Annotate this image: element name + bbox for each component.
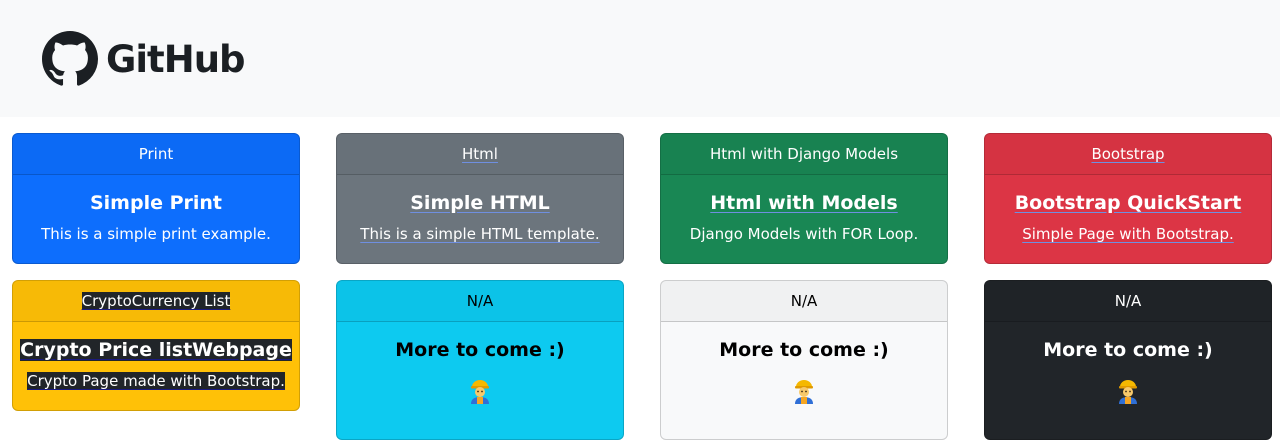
card-header: Html [337, 134, 623, 175]
card-bootstrap: Bootstrap Bootstrap QuickStart Simple Pa… [984, 133, 1272, 264]
card-title-link[interactable]: Simple HTML [410, 192, 550, 214]
card-title: Simple Print [89, 192, 223, 214]
card-text: This is a simple print example. [41, 225, 271, 243]
card-text-link[interactable]: Crypto Page made with Bootstrap. [27, 372, 285, 390]
construction-worker-icon [661, 376, 947, 410]
card-header: N/A [985, 281, 1271, 322]
card-na-dark: N/A More to come :) [984, 280, 1272, 440]
navbar: GitHub [0, 0, 1280, 117]
brand-text: GitHub [106, 37, 246, 81]
card-title-link[interactable]: Crypto Price listWebpage [20, 339, 292, 361]
card-print: Print Simple Print This is a simple prin… [12, 133, 300, 264]
card-text: Crypto Page made with Bootstrap. [13, 371, 299, 391]
card-text: Django Models with FOR Loop. [689, 225, 919, 243]
card-header: CryptoCurrency List [13, 281, 299, 322]
card-text-link[interactable]: This is a simple HTML template. [360, 225, 599, 243]
card-text-link[interactable]: Simple Page with Bootstrap. [1022, 225, 1234, 243]
card-title-link[interactable]: Html with Models [710, 192, 897, 214]
card-title: Html with Models [661, 191, 947, 215]
card-title-link[interactable]: Bootstrap QuickStart [1015, 192, 1242, 214]
card-header-link[interactable]: Bootstrap [1091, 145, 1164, 163]
construction-worker-icon [337, 376, 623, 410]
github-logo-icon [42, 31, 98, 86]
card-django-models: Html with Django Models Html with Models… [660, 133, 948, 264]
card-na-light: N/A More to come :) [660, 280, 948, 440]
card-header-link[interactable]: Html [462, 145, 498, 163]
card-header: N/A [661, 281, 947, 322]
card-header: Print [13, 134, 299, 175]
card-title: More to come :) [719, 339, 889, 361]
card-title: More to come :) [395, 339, 565, 361]
card-title: Bootstrap QuickStart [985, 191, 1271, 215]
card-title: Crypto Price listWebpage [13, 338, 299, 362]
github-brand-link[interactable]: GitHub [42, 31, 246, 87]
card-crypto: CryptoCurrency List Crypto Price listWeb… [12, 280, 300, 411]
construction-worker-icon [985, 376, 1271, 410]
card-title: Simple HTML [337, 191, 623, 215]
card-header: Bootstrap [985, 134, 1271, 175]
card-header: N/A [337, 281, 623, 322]
card-na-info: N/A More to come :) [336, 280, 624, 440]
card-html: Html Simple HTML This is a simple HTML t… [336, 133, 624, 264]
card-text: Simple Page with Bootstrap. [985, 224, 1271, 244]
card-title: More to come :) [1043, 339, 1213, 361]
card-header: Html with Django Models [661, 134, 947, 175]
card-header-link[interactable]: CryptoCurrency List [81, 292, 231, 310]
card-text: This is a simple HTML template. [337, 224, 623, 244]
